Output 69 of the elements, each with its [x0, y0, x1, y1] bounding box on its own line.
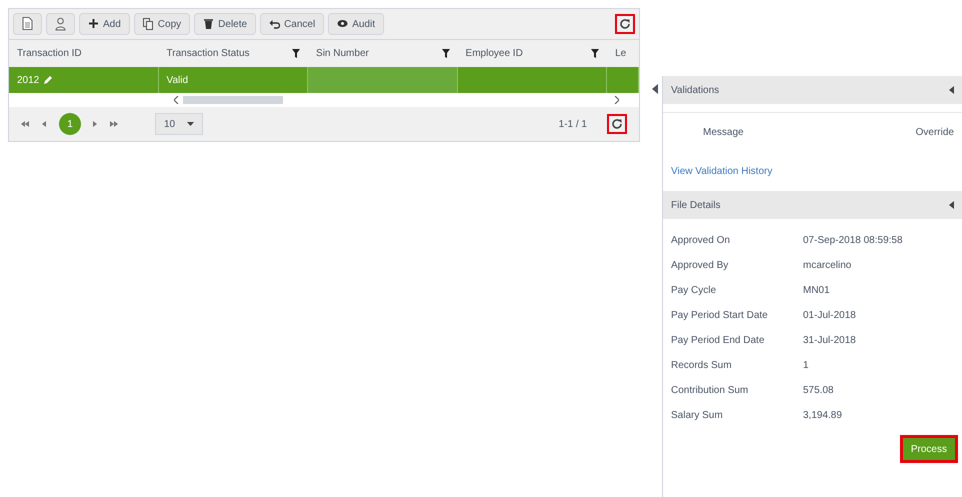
field-value: 01-Jul-2018 [803, 309, 857, 323]
section-title: File Details [671, 198, 720, 212]
first-page-icon [21, 120, 30, 128]
refresh-icon [619, 18, 631, 30]
eye-icon [337, 18, 348, 30]
audit-button[interactable]: Audit [328, 13, 384, 35]
field-label: Pay Cycle [671, 284, 718, 298]
refresh-button[interactable] [607, 114, 627, 134]
undo-icon [269, 18, 280, 30]
person-icon[interactable] [55, 17, 66, 31]
refresh-icon [611, 118, 623, 130]
trash-icon [203, 18, 214, 30]
column-header[interactable]: Transaction ID [17, 46, 151, 61]
cancel-button[interactable]: Cancel [260, 13, 324, 35]
column-header[interactable]: Le [615, 46, 631, 61]
field-label: Contribution Sum [671, 384, 750, 398]
field-value: 3,194.89 [803, 409, 843, 423]
field-value: 31-Jul-2018 [803, 334, 857, 348]
collapse-icon[interactable] [949, 201, 954, 209]
scroll-left-icon[interactable] [174, 96, 179, 104]
page-size-dropdown[interactable]: 10 [155, 113, 204, 135]
field-value: 07-Sep-2018 08:59:58 [803, 234, 904, 248]
table-cell-text: Valid [166, 74, 188, 88]
next-page-button[interactable] [93, 120, 98, 128]
column-header[interactable]: Sin Number [316, 46, 442, 61]
column-header[interactable]: Employee ID [466, 46, 592, 61]
refresh-button[interactable] [615, 14, 635, 34]
section-title: Validations [671, 84, 720, 98]
collapse-icon[interactable] [949, 86, 954, 94]
filter-icon[interactable] [591, 49, 600, 58]
table-cell-text: 2012 [17, 74, 40, 88]
scroll-right-icon[interactable] [614, 96, 619, 104]
field-label: Salary Sum [671, 409, 724, 423]
next-page-icon [93, 120, 98, 128]
delete-button[interactable]: Delete [194, 13, 256, 35]
page-button[interactable]: 1 [59, 113, 81, 135]
caret-icon [187, 122, 194, 126]
field-label: Pay Period End Date [671, 334, 766, 348]
plus-icon [88, 18, 99, 30]
column-header: Override [916, 126, 954, 140]
field-label: Approved By [671, 259, 730, 273]
field-value: mcarcelino [803, 259, 852, 273]
scrollbar-thumb[interactable] [183, 96, 283, 104]
first-page-button[interactable] [21, 120, 30, 128]
field-label: Records Sum [671, 359, 733, 373]
page-summary: 1-1 / 1 [558, 118, 587, 132]
process-button[interactable]: Process [900, 435, 958, 463]
field-value: MN01 [803, 284, 831, 298]
field-label: Pay Period Start Date [671, 309, 769, 323]
column-header[interactable]: Transaction Status [166, 46, 292, 61]
document-icon[interactable] [22, 17, 33, 31]
filter-icon[interactable] [442, 49, 450, 58]
field-value: 575.08 [803, 384, 835, 398]
document-button[interactable] [13, 13, 42, 35]
previous-page-button[interactable] [42, 120, 47, 128]
previous-page-icon [42, 120, 47, 128]
pencil-icon[interactable] [43, 75, 54, 85]
filter-icon[interactable] [292, 49, 300, 58]
add-button[interactable]: Add [79, 13, 130, 35]
column-header: Message [703, 126, 744, 140]
field-value: 1 [803, 359, 810, 373]
last-page-button[interactable] [110, 120, 119, 128]
last-page-icon [110, 120, 119, 128]
copy-icon [142, 18, 154, 30]
table-row[interactable]: 2012 Valid [9, 67, 639, 93]
person-button[interactable] [46, 13, 75, 35]
view-history-link[interactable]: View Validation History [663, 152, 962, 191]
field-label: Approved On [671, 234, 731, 248]
copy-button[interactable]: Copy [134, 13, 190, 35]
